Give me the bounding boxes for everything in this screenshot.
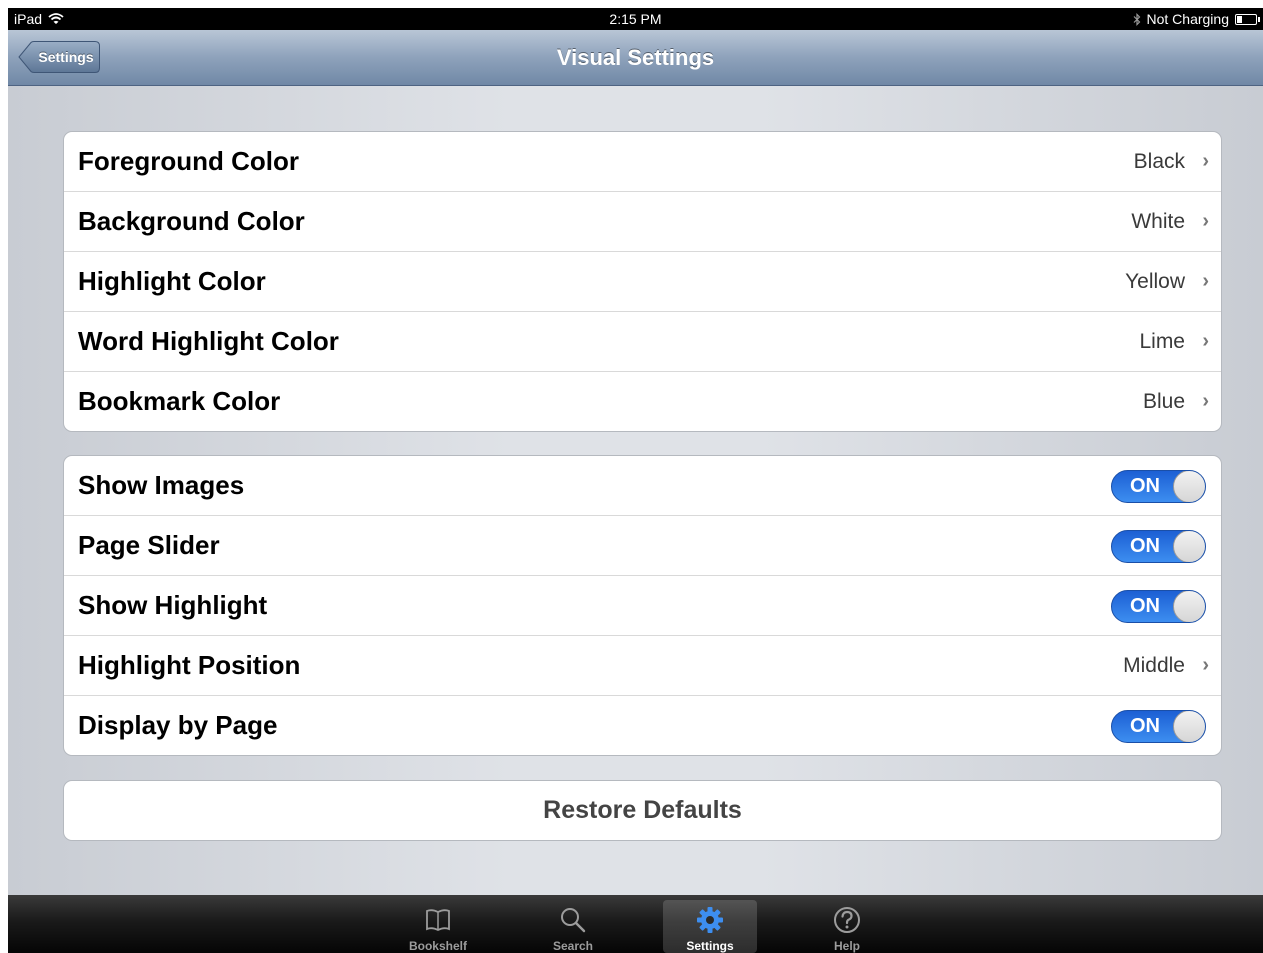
settings-content: Foreground Color Black › Background Colo… bbox=[8, 86, 1263, 895]
display-by-page-toggle[interactable]: ON bbox=[1111, 710, 1206, 743]
tab-bookshelf[interactable]: Bookshelf bbox=[391, 900, 485, 953]
setting-value: White bbox=[1131, 210, 1185, 233]
toggle-state: ON bbox=[1130, 535, 1160, 557]
setting-value: Yellow bbox=[1125, 270, 1185, 293]
help-icon bbox=[834, 907, 860, 933]
setting-row-highlight-color[interactable]: Highlight Color Yellow › bbox=[64, 252, 1221, 312]
toggle-knob bbox=[1173, 471, 1205, 502]
navigation-bar: Settings Visual Settings bbox=[8, 30, 1263, 86]
status-bar: iPad 2:15 PM Not Charging bbox=[8, 8, 1263, 30]
setting-value: Lime bbox=[1139, 330, 1185, 353]
toggle-state: ON bbox=[1130, 715, 1160, 737]
setting-label: Page Slider bbox=[78, 530, 220, 560]
setting-row-foreground-color[interactable]: Foreground Color Black › bbox=[64, 132, 1221, 192]
setting-row-show-highlight: Show Highlight ON bbox=[64, 576, 1221, 636]
page-slider-toggle[interactable]: ON bbox=[1111, 530, 1206, 563]
status-time: 2:15 PM bbox=[609, 11, 662, 27]
setting-value: Blue bbox=[1142, 390, 1185, 413]
setting-label: Highlight Position bbox=[78, 650, 301, 680]
ipad-screen: iPad 2:15 PM Not Charging Settings Visua… bbox=[8, 8, 1263, 953]
tab-settings[interactable]: Settings bbox=[663, 900, 757, 953]
setting-row-page-slider: Page Slider ON bbox=[64, 516, 1221, 576]
setting-row-bookmark-color[interactable]: Bookmark Color Blue › bbox=[64, 372, 1221, 431]
charging-status: Not Charging bbox=[1146, 11, 1230, 27]
toggle-knob bbox=[1173, 591, 1205, 622]
chevron-right-icon: › bbox=[1202, 654, 1209, 676]
setting-label: Word Highlight Color bbox=[78, 326, 339, 356]
book-icon bbox=[426, 909, 450, 932]
chevron-right-icon: › bbox=[1202, 150, 1209, 172]
setting-value: Middle bbox=[1123, 654, 1185, 677]
setting-row-show-images: Show Images ON bbox=[64, 456, 1221, 516]
battery-icon bbox=[1235, 13, 1260, 25]
display-settings-group: Show Images ON Page Slider ON Show Highl… bbox=[63, 455, 1222, 756]
toggle-knob bbox=[1173, 531, 1205, 562]
color-settings-group: Foreground Color Black › Background Colo… bbox=[63, 131, 1222, 432]
bluetooth-icon bbox=[1133, 12, 1140, 26]
tab-label: Search bbox=[552, 939, 594, 953]
tab-label: Bookshelf bbox=[408, 939, 467, 953]
setting-label: Background Color bbox=[78, 206, 305, 236]
setting-label: Foreground Color bbox=[78, 146, 299, 176]
toggle-knob bbox=[1173, 711, 1205, 742]
chevron-right-icon: › bbox=[1202, 210, 1209, 232]
toggle-state: ON bbox=[1130, 595, 1160, 617]
tab-help[interactable]: Help bbox=[800, 900, 894, 953]
status-right: Not Charging bbox=[1133, 8, 1260, 30]
restore-defaults-button[interactable]: Restore Defaults bbox=[63, 780, 1222, 841]
setting-row-word-highlight-color[interactable]: Word Highlight Color Lime › bbox=[64, 312, 1221, 372]
show-highlight-toggle[interactable]: ON bbox=[1111, 590, 1206, 623]
setting-label: Show Highlight bbox=[78, 590, 268, 620]
tab-search[interactable]: Search bbox=[526, 900, 620, 953]
tab-bar: Bookshelf Search Settings Help bbox=[8, 895, 1263, 953]
setting-row-display-by-page: Display by Page ON bbox=[64, 696, 1221, 755]
setting-label: Show Images bbox=[78, 470, 245, 500]
search-icon bbox=[561, 908, 586, 933]
gear-icon bbox=[697, 907, 723, 933]
setting-label: Highlight Color bbox=[78, 266, 266, 296]
chevron-right-icon: › bbox=[1202, 270, 1209, 292]
chevron-right-icon: › bbox=[1202, 330, 1209, 352]
setting-row-highlight-position[interactable]: Highlight Position Middle › bbox=[64, 636, 1221, 696]
setting-value: Black bbox=[1133, 150, 1185, 173]
setting-label: Display by Page bbox=[78, 710, 278, 740]
chevron-right-icon: › bbox=[1202, 390, 1209, 412]
tab-label: Help bbox=[833, 939, 860, 953]
page-title: Visual Settings bbox=[556, 45, 715, 70]
toggle-state: ON bbox=[1130, 475, 1160, 497]
setting-row-background-color[interactable]: Background Color White › bbox=[64, 192, 1221, 252]
show-images-toggle[interactable]: ON bbox=[1111, 470, 1206, 503]
tab-label: Settings bbox=[686, 939, 734, 953]
setting-label: Bookmark Color bbox=[78, 386, 281, 416]
